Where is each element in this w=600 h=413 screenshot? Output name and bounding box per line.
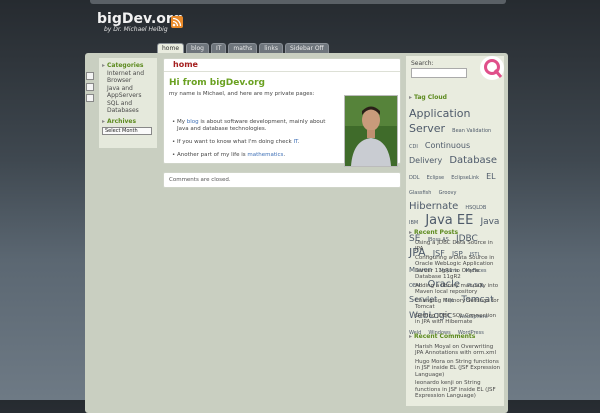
post-intro: my name is Michael, and here are my priv… <box>169 91 315 97</box>
tab-it[interactable]: IT <box>210 43 227 53</box>
recent-comments-heading: ▸ Recent Comments <box>409 333 476 340</box>
tag-link[interactable]: Hibernate <box>409 201 458 212</box>
page-title: home <box>164 59 400 72</box>
left-tool-icons <box>86 72 94 105</box>
comments-closed: Comments are closed. <box>163 172 401 188</box>
site-title[interactable]: bigDev.org <box>97 11 183 27</box>
main-content: home Hi from bigDev.org my name is Micha… <box>163 58 401 188</box>
tag-link[interactable]: IBM <box>409 220 418 226</box>
bullet-maths: • Another part of my life is mathematics. <box>172 152 286 158</box>
tab-links[interactable]: links <box>259 43 283 53</box>
rss-icon[interactable] <box>171 16 183 28</box>
archives-heading: ▸ Archives <box>102 118 137 125</box>
bookmark-icon[interactable] <box>86 94 94 102</box>
author-photo <box>344 95 398 167</box>
tag-link[interactable]: Java EE <box>425 213 473 228</box>
bullet-blog: • My blog is about software development, … <box>172 119 326 132</box>
tag-link[interactable]: Eclipse <box>427 175 445 181</box>
recent-comment[interactable]: leonardo kenji on String functions in JS… <box>415 380 501 399</box>
categories-list: Internet and Browser Java and AppServers… <box>99 70 157 114</box>
site-subtitle: by Dr. Michael Helbig <box>104 26 168 33</box>
print-icon[interactable] <box>86 72 94 80</box>
recent-post-link[interactable]: Adding a library manually into Maven loc… <box>415 283 501 296</box>
tag-link[interactable]: EclipseLink <box>451 175 479 181</box>
post-box: home Hi from bigDev.org my name is Micha… <box>163 58 401 167</box>
tag-link[interactable]: DDL <box>409 175 420 181</box>
recent-post-link[interactable]: Changing Memory Settings for Tomcat <box>415 298 501 311</box>
search-logo-icon <box>480 56 504 80</box>
blog-link[interactable]: blog <box>187 119 199 125</box>
tag-link[interactable]: Bean Validation <box>452 128 491 134</box>
tag-link[interactable]: CDI <box>409 144 418 150</box>
recent-comment[interactable]: Harish Moyal on Overwriting JPA Annotati… <box>415 344 501 357</box>
tag-link[interactable]: HSQLDB <box>465 205 486 211</box>
tag-link[interactable]: Groovy <box>439 190 457 196</box>
tab-sidebar-off[interactable]: Sidebar Off <box>284 43 329 53</box>
tag-link[interactable]: Glassfish <box>409 190 431 196</box>
tag-cloud-heading: ▸ Tag Cloud <box>409 94 447 101</box>
category-item[interactable]: SQL and Databases <box>107 100 157 114</box>
category-item[interactable]: Java and AppServers <box>107 85 157 99</box>
recent-comment[interactable]: Hugo Mora on String functions in JSF ins… <box>415 359 501 378</box>
post-title: Hi from bigDev.org <box>169 78 265 88</box>
category-item[interactable]: Internet and Browser <box>107 70 157 84</box>
tag-link[interactable]: Database <box>449 155 497 166</box>
recent-posts-heading: ▸ Recent Posts <box>409 229 459 236</box>
archives-select[interactable]: Select Month <box>102 127 152 135</box>
tab-blog[interactable]: blog <box>186 43 209 53</box>
sidebar-left: ▸ Categories Internet and Browser Java an… <box>99 58 157 148</box>
tab-home[interactable]: home <box>157 43 185 53</box>
sidebar-right: Search: ▸ Tag Cloud Application Server Be… <box>406 56 504 406</box>
tab-maths[interactable]: maths <box>228 43 258 53</box>
recent-posts-list: Using a JDBC Data Source in JPA Configur… <box>415 240 501 328</box>
mail-icon[interactable] <box>86 83 94 91</box>
nav-tabs: home blog IT maths links Sidebar Off <box>157 43 329 53</box>
search-input[interactable] <box>411 68 467 78</box>
top-bar <box>90 0 506 4</box>
bullet-it: • If you want to know what I'm doing chec… <box>172 139 300 145</box>
tag-link[interactable]: EL <box>486 172 496 181</box>
recent-post-link[interactable]: Using a JDBC Data Source in JPA <box>415 240 501 253</box>
recent-post-link[interactable]: Getting JDBC SQL Connection in JPA with … <box>415 313 501 326</box>
recent-comments-list: Harish Moyal on Overwriting JPA Annotati… <box>415 344 501 402</box>
post: Hi from bigDev.org my name is Michael, a… <box>164 72 400 167</box>
search-label: Search: <box>411 60 434 67</box>
recent-post-link[interactable]: Configuring a Data Source in Oracle WebL… <box>415 255 501 280</box>
categories-heading: ▸ Categories <box>102 62 144 69</box>
mathematics-link[interactable]: mathematics <box>247 152 283 158</box>
